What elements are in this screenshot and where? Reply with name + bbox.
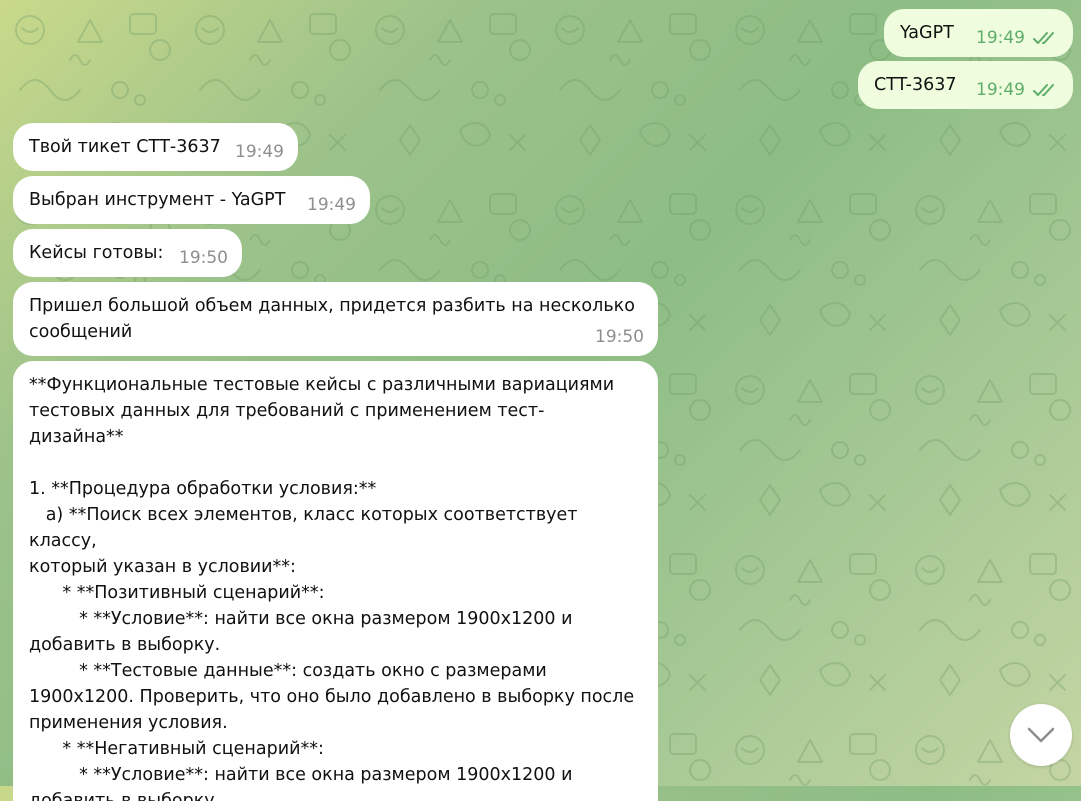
message-text: Пришел большой объем данных, придется ра… xyxy=(29,296,635,342)
chevron-down-icon xyxy=(1027,727,1055,743)
double-check-icon xyxy=(1033,84,1054,96)
outgoing-message[interactable]: CTT-3637 19:49 xyxy=(858,61,1073,109)
incoming-message[interactable]: Выбран инструмент - YaGPT 19:49 xyxy=(13,176,370,224)
incoming-message[interactable]: Кейсы готовы: 19:50 xyxy=(13,229,242,277)
message-meta: 19:50 xyxy=(179,245,228,271)
outgoing-message[interactable]: YaGPT 19:49 xyxy=(884,9,1073,57)
message-time: 19:49 xyxy=(307,195,356,215)
incoming-message[interactable]: Пришел большой объем данных, придется ра… xyxy=(13,282,658,356)
message-meta: 19:49 xyxy=(976,25,1059,51)
message-time: 19:49 xyxy=(976,80,1025,100)
message-list: YaGPT 19:49 CTT-3637 19:49 Твой тикет СТ… xyxy=(0,0,1081,801)
message-meta: 19:49 xyxy=(235,139,284,165)
message-meta: 19:50 xyxy=(595,324,644,350)
message-time: 19:49 xyxy=(976,28,1025,48)
message-time: 19:50 xyxy=(179,248,228,268)
scroll-to-bottom-button[interactable] xyxy=(1010,704,1072,766)
message-text: **Функциональные тестовые кейсы с различ… xyxy=(29,375,635,801)
double-check-icon xyxy=(1033,32,1054,44)
message-meta: 19:49 xyxy=(307,192,356,218)
incoming-message[interactable]: Твой тикет СТТ-3637 19:49 xyxy=(13,123,298,171)
message-time: 19:49 xyxy=(235,142,284,162)
message-meta: 19:49 xyxy=(976,77,1059,103)
incoming-message[interactable]: **Функциональные тестовые кейсы с различ… xyxy=(13,361,658,801)
message-time: 19:50 xyxy=(595,327,644,347)
